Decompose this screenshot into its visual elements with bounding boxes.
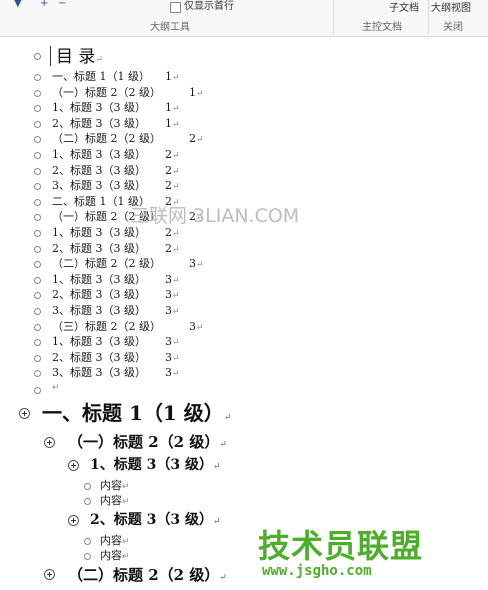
toc-title: 目 录↵ <box>56 47 103 67</box>
toc-page-number: 3↵ <box>165 288 180 301</box>
outline-bullet-icon[interactable] <box>34 74 41 81</box>
outline-bullet-icon[interactable] <box>34 308 41 315</box>
toc-page-number: 3↵ <box>165 351 180 364</box>
toc-page-number: 3↵ <box>189 320 204 333</box>
toc-entry[interactable]: 2、标题 3（3 级） <box>52 117 146 131</box>
outline-bullet-icon[interactable] <box>34 121 41 128</box>
toc-page-number: 2↵ <box>189 132 204 145</box>
outline-bullet-icon[interactable] <box>84 498 91 505</box>
toc-entry[interactable]: 1、标题 3（3 级） <box>52 226 146 240</box>
toc-entry[interactable]: 1、标题 3（3 级） <box>52 101 146 115</box>
outline-bullet-icon[interactable] <box>34 105 41 112</box>
toc-entry[interactable]: 2、标题 3（3 级） <box>52 288 146 302</box>
toc-entry[interactable]: 一、标题 1（1 级） <box>52 70 150 84</box>
toc-page-number: 3↵ <box>165 304 180 317</box>
toc-page-number: 1↵ <box>165 70 180 83</box>
toc-page-number: 1↵ <box>165 101 180 114</box>
close-outline-view-button[interactable]: 大纲视图 <box>431 3 471 15</box>
body-text: 内容↵ <box>100 534 130 547</box>
group-label-outline-tools: 大纲工具 <box>150 22 190 33</box>
body-text: 内容↵ <box>100 549 130 562</box>
show-first-line-label: 仅显示首行 <box>184 1 234 12</box>
toc-page-number: 3↵ <box>165 273 180 286</box>
heading-level-2[interactable]: （二）标题 2（2 级）↵ <box>68 565 227 588</box>
watermark-jsgho-name: 技术员联盟 <box>258 527 424 565</box>
toc-entry[interactable]: 3、标题 3（3 级） <box>52 304 146 318</box>
toc-page-number: 2↵ <box>165 179 180 192</box>
collapse-icon[interactable]: − <box>58 0 66 9</box>
toc-page-number: 2↵ <box>165 226 180 239</box>
outline-bullet-icon[interactable] <box>34 168 41 175</box>
heading-level-3[interactable]: 1、标题 3（3 级）↵ <box>90 456 221 476</box>
paragraph-mark: ↵ <box>52 383 60 393</box>
expand-heading-icon[interactable] <box>44 569 55 580</box>
expand-heading-icon[interactable] <box>68 515 79 526</box>
outline-bullet-icon[interactable] <box>34 261 41 268</box>
outline-bullet-icon[interactable] <box>34 246 41 253</box>
move-down-icon[interactable]: ▼ <box>14 0 22 9</box>
toc-entry[interactable]: 1、标题 3（3 级） <box>52 335 146 349</box>
outline-bullet-icon[interactable] <box>34 90 41 97</box>
watermark-jsgho-url: www.jsgho.com <box>262 563 372 579</box>
outline-bullet-icon[interactable] <box>34 152 41 159</box>
toc-entry[interactable]: 3、标题 3（3 级） <box>52 179 146 193</box>
toc-entry[interactable]: 1、标题 3（3 级） <box>52 273 146 287</box>
heading-level-3[interactable]: 2、标题 3（3 级）↵ <box>90 511 221 531</box>
outline-bullet-icon[interactable] <box>34 324 41 331</box>
watermark-3lian: 三联网 3LIAN.COM <box>130 205 300 227</box>
outline-bullet-icon[interactable] <box>34 292 41 299</box>
outline-bullet-icon[interactable] <box>34 277 41 284</box>
toc-page-number: 3↵ <box>165 366 180 379</box>
expand-heading-icon[interactable] <box>68 460 79 471</box>
ribbon-separator <box>333 0 334 34</box>
toc-page-number: 2↵ <box>165 242 180 255</box>
subdocument-button[interactable]: 子文档 <box>389 3 419 15</box>
body-text: 内容↵ <box>100 479 130 492</box>
toc-page-number: 3↵ <box>189 257 204 270</box>
body-text: 内容↵ <box>100 494 130 507</box>
toc-entry[interactable]: 2、标题 3（3 级） <box>52 164 146 178</box>
expand-icon[interactable]: + <box>40 0 48 9</box>
heading-level-1[interactable]: 一、标题 1（1 级）↵ <box>42 400 231 431</box>
outline-ribbon: ▼ + − 仅显示首行 子文档 大纲视图 大纲工具 主控文档 关闭 <box>0 0 488 37</box>
toc-page-number: 2↵ <box>165 164 180 177</box>
outline-bullet-icon[interactable] <box>34 183 41 190</box>
outline-bullet-icon[interactable] <box>34 199 41 206</box>
expand-heading-icon[interactable] <box>44 437 55 448</box>
toc-entry[interactable]: 2、标题 3（3 级） <box>52 351 146 365</box>
toc-page-number: 1↵ <box>165 117 180 130</box>
outline-bullet-icon[interactable] <box>84 553 91 560</box>
outline-bullet-icon[interactable] <box>84 538 91 545</box>
heading-level-2[interactable]: （一）标题 2（2 级）↵ <box>68 432 227 455</box>
ribbon-separator <box>428 0 429 34</box>
toc-entry[interactable]: （一）标题 2（2 级） <box>52 86 161 100</box>
toc-page-number: 1↵ <box>189 86 204 99</box>
group-label-close: 关闭 <box>443 22 463 33</box>
toc-entry[interactable]: （二）标题 2（2 级） <box>52 132 161 146</box>
toc-page-number: 3↵ <box>165 335 180 348</box>
toc-entry[interactable]: （三）标题 2（2 级） <box>52 320 161 334</box>
group-label-master-document: 主控文档 <box>362 22 402 33</box>
toc-entry[interactable]: （二）标题 2（2 级） <box>52 257 161 271</box>
outline-bullet-icon[interactable] <box>34 136 41 143</box>
outline-bullet-icon[interactable] <box>84 483 91 490</box>
outline-bullet-icon[interactable] <box>34 339 41 346</box>
toc-entry[interactable]: 3、标题 3（3 级） <box>52 366 146 380</box>
outline-bullet-icon[interactable] <box>34 230 41 237</box>
outline-bullet-icon[interactable] <box>34 53 41 60</box>
outline-bullet-icon[interactable] <box>34 214 41 221</box>
expand-heading-icon[interactable] <box>19 408 30 419</box>
toc-page-number: 2↵ <box>165 148 180 161</box>
outline-bullet-icon[interactable] <box>34 355 41 362</box>
toc-entry[interactable]: 2、标题 3（3 级） <box>52 242 146 256</box>
show-first-line-checkbox[interactable] <box>170 2 181 13</box>
outline-bullet-icon[interactable] <box>34 387 41 394</box>
toc-entry[interactable]: 1、标题 3（3 级） <box>52 148 146 162</box>
outline-bullet-icon[interactable] <box>34 370 41 377</box>
text-cursor <box>50 46 51 66</box>
